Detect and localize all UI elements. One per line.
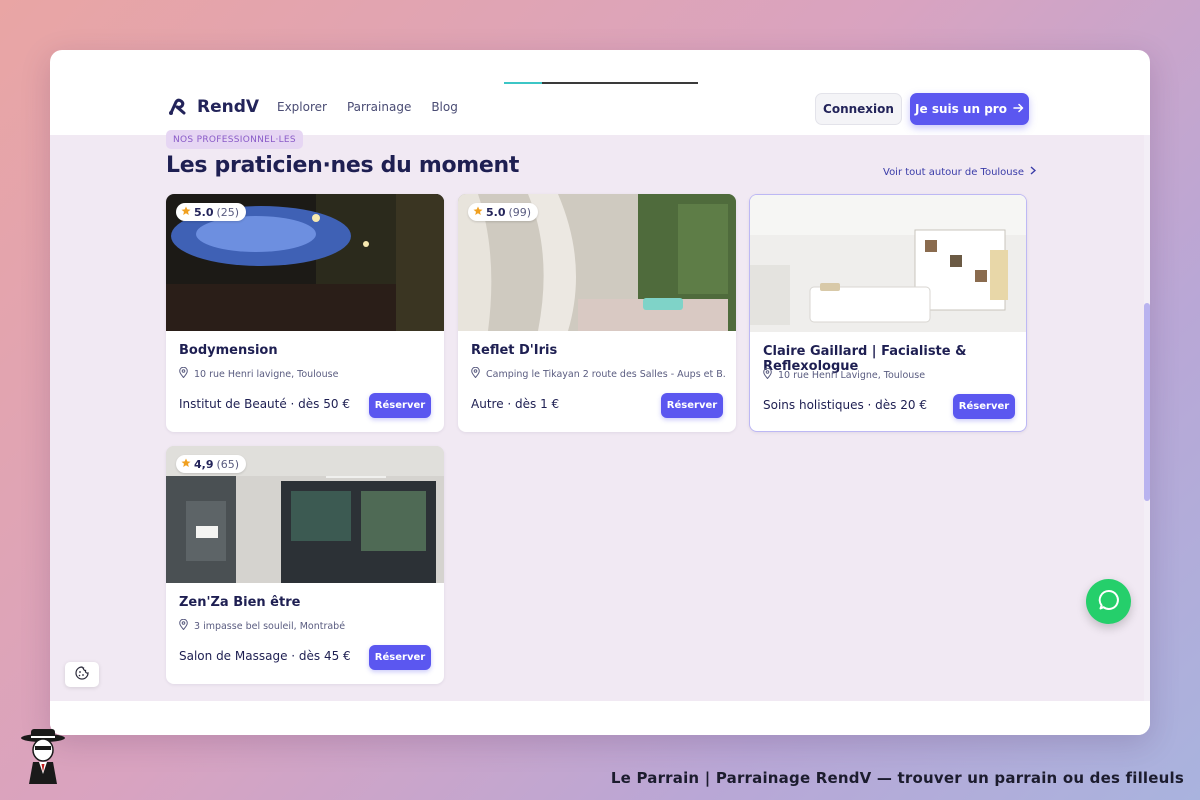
rating-score: 5.0: [194, 205, 214, 219]
practitioner-address: 10 rue Henri lavigne, Toulouse: [179, 367, 434, 381]
scrollbar-thumb[interactable]: [1144, 303, 1150, 501]
rating-count: (25): [216, 205, 240, 219]
practitioner-card[interactable]: 5.0 (25) Bodymension 10 rue Henri lavign…: [166, 194, 444, 432]
rating-score: 4,9: [194, 457, 214, 471]
practitioner-address: 3 impasse bel souleil, Montrabé: [179, 619, 434, 633]
practitioner-card[interactable]: 4,9 (65) Zen'Za Bien être 3 impasse bel …: [166, 446, 444, 684]
rating-count: (65): [216, 457, 240, 471]
chevron-right-icon: [1030, 166, 1037, 178]
practitioners-section: NOS PROFESSIONNEL·LES Les praticien·nes …: [50, 130, 1144, 701]
star-icon: [473, 206, 483, 219]
practitioner-card[interactable]: Claire Gaillard | Facialiste & Reflexolo…: [749, 194, 1027, 432]
practitioner-category-price: Autre · dès 1 €: [471, 397, 560, 411]
cookie-settings-button[interactable]: [65, 662, 99, 687]
map-pin-icon: [179, 619, 188, 633]
address-text: 3 impasse bel souleil, Montrabé: [194, 620, 346, 632]
rating-badge: 5.0 (99): [468, 203, 539, 221]
practitioner-name[interactable]: Reflet D'Iris: [471, 343, 557, 358]
star-icon: [181, 206, 191, 219]
pro-signup-label: Je suis un pro: [915, 102, 1007, 116]
see-all-label: Voir tout autour de Toulouse: [883, 166, 1025, 178]
rating-score: 5.0: [486, 205, 506, 219]
nav-link-parrainage[interactable]: Parrainage: [347, 100, 411, 114]
mascot-icon: [17, 728, 69, 788]
page-caption: Le Parrain | Parrainage RendV — trouver …: [610, 769, 1184, 787]
address-text: 10 rue Henri lavigne, Toulouse: [194, 368, 339, 380]
practitioner-category-price: Institut de Beauté · dès 50 €: [179, 397, 350, 411]
logo[interactable]: RendV: [167, 97, 259, 117]
rendv-logo-icon: [167, 98, 189, 116]
practitioner-name[interactable]: Zen'Za Bien être: [179, 595, 300, 610]
reserve-button[interactable]: Réserver: [369, 393, 431, 418]
login-button[interactable]: Connexion: [815, 93, 902, 125]
rating-badge: 5.0 (25): [176, 203, 247, 221]
star-icon: [181, 458, 191, 471]
scrollbar[interactable]: [1144, 135, 1150, 701]
practitioner-address: 10 rue Henri Lavigne, Toulouse: [763, 368, 1018, 382]
loading-progress-bar: [504, 82, 698, 84]
reserve-button[interactable]: Réserver: [953, 394, 1015, 419]
section-eyebrow: NOS PROFESSIONNEL·LES: [166, 130, 303, 149]
practitioner-name[interactable]: Bodymension: [179, 343, 278, 358]
map-pin-icon: [763, 368, 772, 382]
nav-links: Explorer Parrainage Blog: [277, 100, 458, 114]
nav-link-blog[interactable]: Blog: [431, 100, 458, 114]
address-text: Camping le Tikayan 2 route des Salles - …: [486, 368, 726, 380]
navbar: RendV Explorer Parrainage Blog Connexion…: [50, 90, 1150, 135]
reserve-button[interactable]: Réserver: [661, 393, 723, 418]
address-text: 10 rue Henri Lavigne, Toulouse: [778, 369, 926, 381]
pro-signup-button[interactable]: Je suis un pro: [910, 93, 1029, 125]
browser-window: RendV Explorer Parrainage Blog Connexion…: [50, 50, 1150, 735]
map-pin-icon: [471, 367, 480, 381]
rating-badge: 4,9 (65): [176, 455, 247, 473]
logo-text: RendV: [197, 97, 260, 117]
footer-strip: [50, 701, 1150, 735]
practitioner-category-price: Salon de Massage · dès 45 €: [179, 649, 351, 663]
whatsapp-icon: [1098, 589, 1120, 615]
section-title: Les praticien·nes du moment: [166, 153, 520, 178]
map-pin-icon: [179, 367, 188, 381]
nav-link-explorer[interactable]: Explorer: [277, 100, 327, 114]
see-all-link[interactable]: Voir tout autour de Toulouse: [883, 166, 1037, 178]
practitioner-address: Camping le Tikayan 2 route des Salles - …: [471, 367, 726, 381]
cookie-icon: [75, 665, 89, 684]
practitioner-card[interactable]: 5.0 (99) Reflet D'Iris Camping le Tikaya…: [458, 194, 736, 432]
practitioner-category-price: Soins holistiques · dès 20 €: [763, 398, 927, 412]
reserve-button[interactable]: Réserver: [369, 645, 431, 670]
whatsapp-chat-button[interactable]: [1086, 579, 1131, 624]
card-photo: [750, 195, 1026, 332]
rating-count: (99): [508, 205, 532, 219]
arrow-right-icon: [1013, 102, 1024, 116]
